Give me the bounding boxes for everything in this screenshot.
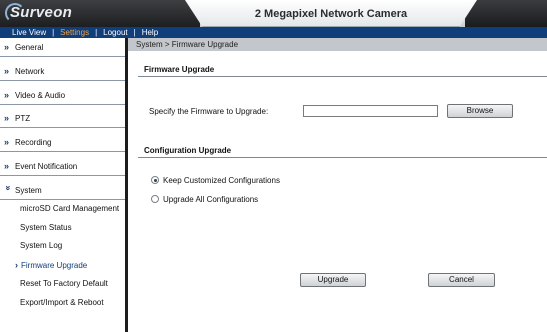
sidebar-subitem-reset-factory[interactable]: Reset To Factory Default: [20, 279, 108, 288]
sidebar-subitem-system-status[interactable]: System Status: [20, 223, 72, 232]
sidebar-subitem-firmware-upgrade[interactable]: › Firmware Upgrade: [15, 260, 87, 270]
nav-separator: |: [95, 28, 98, 37]
sidebar-item-label: Network: [15, 66, 45, 76]
sidebar-divider: [125, 38, 128, 332]
sidebar-item-network[interactable]: » Network: [0, 62, 125, 81]
radio-upgrade-all-label[interactable]: Upgrade All Configurations: [163, 195, 258, 204]
sidebar-item-label: Recording: [15, 137, 52, 147]
config-section-title: Configuration Upgrade: [144, 146, 232, 155]
sidebar-subitem-export-import[interactable]: Export/Import & Reboot: [20, 298, 104, 307]
double-chevron-right-icon: »: [4, 137, 9, 147]
sidebar-item-general[interactable]: » General: [0, 38, 125, 57]
nav-logout[interactable]: Logout: [100, 27, 130, 38]
sidebar-subitem-label: Firmware Upgrade: [21, 261, 88, 270]
sidebar-item-video-audio[interactable]: » Video & Audio: [0, 86, 125, 105]
sidebar: » General » Network » Video & Audio » PT…: [0, 38, 126, 332]
firmware-field-label: Specify the Firmware to Upgrade:: [149, 107, 269, 116]
section-divider: [138, 76, 547, 77]
sidebar-item-label: General: [15, 42, 44, 52]
double-chevron-down-icon: »: [3, 185, 14, 188]
page-title: 2 Megapixel Network Camera: [254, 8, 408, 20]
double-chevron-right-icon: »: [4, 42, 9, 52]
sidebar-subitem-system-log[interactable]: System Log: [20, 241, 62, 250]
browse-button[interactable]: Browse: [447, 104, 513, 118]
logo-area: Surveon: [0, 0, 200, 27]
header-right-strip: [465, 0, 547, 27]
sidebar-item-label: PTZ: [15, 113, 31, 123]
sidebar-item-ptz[interactable]: » PTZ: [0, 109, 125, 128]
app-header: Surveon 2 Megapixel Network Camera: [0, 0, 547, 27]
sidebar-item-label: System: [15, 185, 42, 195]
top-navbar: Live View | Settings | Logout | Help: [0, 27, 547, 38]
breadcrumb: System > Firmware Upgrade: [128, 38, 547, 51]
double-chevron-right-icon: »: [4, 90, 9, 100]
radio-upgrade-all[interactable]: [151, 195, 159, 203]
sidebar-subitem-microsd[interactable]: microSD Card Management: [20, 204, 119, 213]
sidebar-item-event-notification[interactable]: » Event Notification: [0, 157, 125, 176]
cancel-button[interactable]: Cancel: [428, 273, 495, 287]
nav-settings[interactable]: Settings: [57, 27, 92, 38]
nav-separator: |: [133, 28, 136, 37]
sidebar-item-label: Event Notification: [15, 161, 78, 171]
firmware-file-input[interactable]: [303, 105, 438, 117]
double-chevron-right-icon: »: [4, 66, 9, 76]
radio-keep-config-label[interactable]: Keep Customized Configurations: [163, 176, 280, 185]
radio-keep-config[interactable]: [151, 176, 159, 184]
firmware-section-title: Firmware Upgrade: [144, 65, 215, 74]
sidebar-item-label: Video & Audio: [15, 90, 66, 100]
double-chevron-right-icon: »: [4, 113, 9, 123]
upgrade-button[interactable]: Upgrade: [300, 273, 366, 287]
title-tab: 2 Megapixel Network Camera: [185, 0, 477, 27]
logo: Surveon: [10, 4, 73, 21]
section-divider: [138, 157, 547, 158]
sidebar-item-system[interactable]: » System: [0, 181, 125, 200]
double-chevron-right-icon: »: [4, 161, 9, 171]
nav-help[interactable]: Help: [139, 27, 161, 38]
nav-live-view[interactable]: Live View: [9, 27, 49, 38]
sidebar-item-recording[interactable]: » Recording: [0, 133, 125, 152]
nav-separator: |: [52, 28, 55, 37]
